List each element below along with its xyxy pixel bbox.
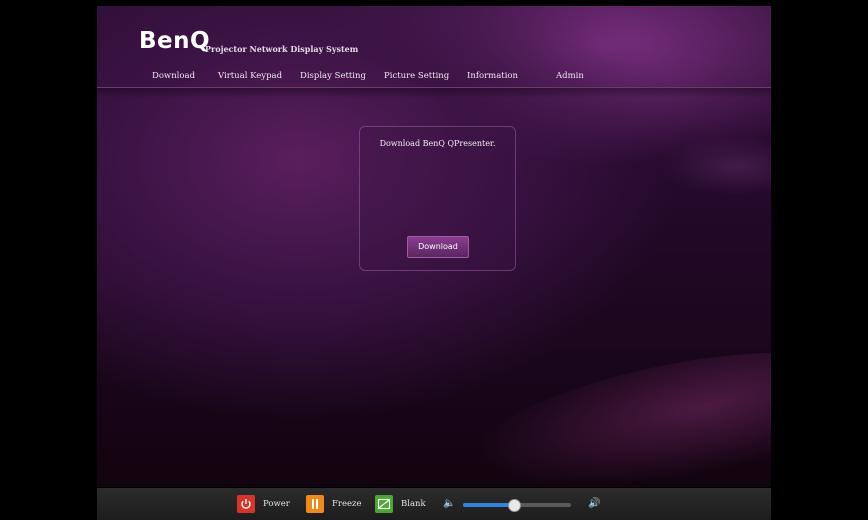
- nav-admin[interactable]: Admin: [556, 71, 584, 81]
- pause-icon: [312, 499, 318, 509]
- freeze-label: Freeze: [332, 499, 362, 509]
- nav-subbar: [97, 88, 771, 98]
- nav-display-setting[interactable]: Display Setting: [300, 71, 366, 81]
- main-nav: Download Virtual Keypad Display Setting …: [97, 69, 771, 88]
- volume-down-icon[interactable]: 🔈: [443, 498, 455, 509]
- power-control[interactable]: Power: [237, 495, 290, 513]
- download-panel: Download BenQ QPresenter. Download: [359, 126, 516, 271]
- freeze-icon[interactable]: [306, 495, 324, 513]
- background-wave: [449, 323, 771, 487]
- app-title: Projector Network Display System: [205, 44, 359, 54]
- power-label: Power: [263, 499, 290, 509]
- blank-icon[interactable]: [375, 495, 393, 513]
- volume-fill: [463, 503, 514, 507]
- volume-slider[interactable]: [463, 499, 571, 512]
- nav-picture-setting[interactable]: Picture Setting: [384, 71, 449, 81]
- benq-logo: BenQ: [139, 28, 211, 54]
- volume-up-icon[interactable]: 🔊: [588, 498, 600, 509]
- background-glow: [657, 136, 771, 196]
- blank-label: Blank: [401, 499, 426, 509]
- power-icon[interactable]: [237, 495, 255, 513]
- download-message: Download BenQ QPresenter.: [379, 139, 496, 148]
- control-bar: Power Freeze Blank 🔈 🔊: [97, 488, 771, 520]
- volume-thumb[interactable]: [507, 499, 521, 512]
- freeze-control[interactable]: Freeze: [306, 495, 362, 513]
- nav-virtual-keypad[interactable]: Virtual Keypad: [218, 71, 282, 81]
- power-icon-glyph: [241, 499, 251, 509]
- blank-screen-icon: [377, 498, 391, 510]
- nav-information[interactable]: Information: [467, 71, 518, 81]
- blank-control[interactable]: Blank: [375, 495, 426, 513]
- header: BenQ Projector Network Display System Do…: [97, 6, 771, 98]
- download-button[interactable]: Download: [407, 236, 469, 258]
- nav-download[interactable]: Download: [152, 71, 195, 81]
- app-window: BenQ Projector Network Display System Do…: [97, 6, 771, 487]
